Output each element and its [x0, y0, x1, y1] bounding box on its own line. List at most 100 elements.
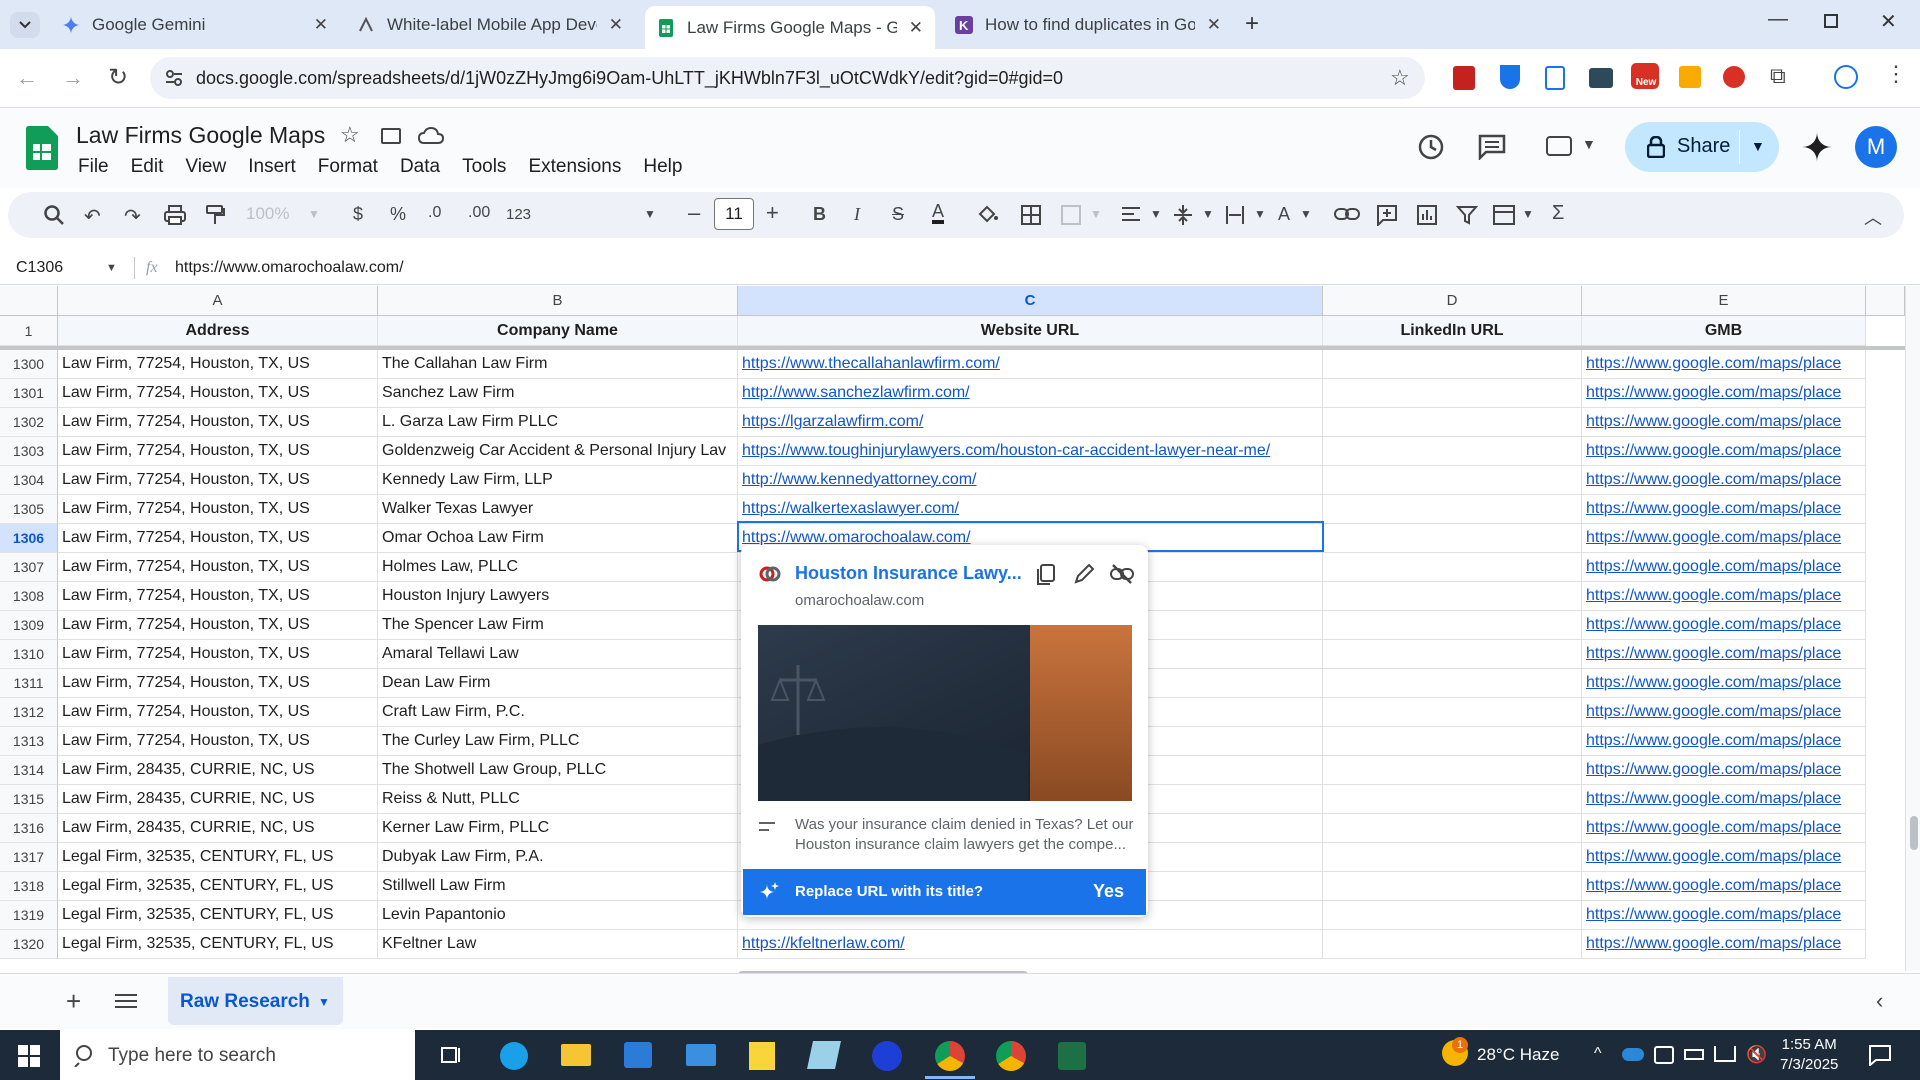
copy-link-icon[interactable]: [1035, 563, 1057, 587]
chevron-down-icon[interactable]: ▼: [1582, 136, 1596, 152]
cell-company[interactable]: Stillwell Law Firm: [378, 872, 738, 901]
row-header[interactable]: 1314: [0, 756, 58, 785]
row-header[interactable]: 1312: [0, 698, 58, 727]
column-header-f[interactable]: [1866, 286, 1905, 316]
volume-muted-icon[interactable]: 🔇: [1746, 1045, 1767, 1065]
cell-linkedin[interactable]: [1323, 814, 1582, 843]
filter-icon[interactable]: [1456, 204, 1478, 226]
cell-linkedin[interactable]: [1323, 379, 1582, 408]
cell-address[interactable]: Law Firm, 77254, Houston, TX, US: [58, 495, 378, 524]
weather-icon[interactable]: 1: [1442, 1037, 1468, 1066]
windows-start-icon[interactable]: [18, 1045, 40, 1067]
cell-gmb[interactable]: https://www.google.com/maps/place: [1582, 553, 1866, 582]
menu-data[interactable]: Data: [400, 156, 440, 178]
menu-insert[interactable]: Insert: [248, 156, 296, 178]
row-header[interactable]: 1301: [0, 379, 58, 408]
insert-link-icon[interactable]: [1334, 206, 1360, 222]
fill-color-icon[interactable]: [976, 203, 1000, 227]
cell-gmb[interactable]: https://www.google.com/maps/place: [1582, 901, 1866, 930]
increase-font-size-button[interactable]: +: [766, 200, 779, 226]
remove-link-icon[interactable]: [1110, 563, 1134, 585]
name-box[interactable]: C1306: [16, 259, 63, 277]
cell-address[interactable]: Legal Firm, 32535, CENTURY, FL, US: [58, 872, 378, 901]
cell-company[interactable]: Houston Injury Lawyers: [378, 582, 738, 611]
select-all-corner[interactable]: [0, 286, 58, 316]
task-view-icon[interactable]: [440, 1044, 462, 1066]
vertical-align-icon[interactable]: [1172, 203, 1194, 227]
italic-button[interactable]: I: [854, 204, 860, 225]
cell-linkedin[interactable]: [1323, 756, 1582, 785]
menu-view[interactable]: View: [185, 156, 226, 178]
header-cell-company[interactable]: Company Name: [378, 316, 738, 346]
header-cell-website[interactable]: Website URL: [738, 316, 1323, 346]
battery-icon[interactable]: [1684, 1049, 1704, 1060]
cell-linkedin[interactable]: [1323, 495, 1582, 524]
strikethrough-button[interactable]: S: [892, 204, 904, 225]
cell-linkedin[interactable]: [1323, 524, 1582, 553]
cell-linkedin[interactable]: [1323, 930, 1582, 959]
print-icon[interactable]: [164, 204, 186, 226]
preview-title-link[interactable]: Houston Insurance Lawy...: [795, 563, 1022, 584]
store-icon[interactable]: [624, 1042, 652, 1068]
cell-gmb[interactable]: https://www.google.com/maps/place: [1582, 582, 1866, 611]
mail-icon[interactable]: [686, 1044, 716, 1066]
profile-icon[interactable]: [1834, 65, 1858, 89]
row-header[interactable]: 1311: [0, 669, 58, 698]
site-info-icon[interactable]: [164, 69, 184, 87]
cell-address[interactable]: Law Firm, 77254, Houston, TX, US: [58, 437, 378, 466]
browser-menu-icon[interactable]: ⋮: [1885, 61, 1907, 87]
replace-url-suggestion-bar[interactable]: Replace URL with its title? Yes: [743, 869, 1146, 915]
cell-gmb[interactable]: https://www.google.com/maps/place: [1582, 785, 1866, 814]
header-cell-address[interactable]: Address: [58, 316, 378, 346]
header-cell-gmb[interactable]: GMB: [1582, 316, 1866, 346]
cell-address[interactable]: Law Firm, 28435, CURRIE, NC, US: [58, 814, 378, 843]
zoom-select[interactable]: 100%: [246, 204, 289, 224]
cell-gmb[interactable]: https://www.google.com/maps/place: [1582, 843, 1866, 872]
cell-linkedin[interactable]: [1323, 872, 1582, 901]
cell-address[interactable]: Law Firm, 77254, Houston, TX, US: [58, 582, 378, 611]
cell-address[interactable]: Law Firm, 77254, Houston, TX, US: [58, 408, 378, 437]
new-extension-icon[interactable]: New: [1631, 63, 1659, 89]
functions-sigma-icon[interactable]: Σ: [1552, 202, 1564, 225]
close-icon[interactable]: ✕: [609, 15, 623, 35]
formula-input[interactable]: https://www.omarochoalaw.com/: [175, 259, 404, 277]
tray-chevron-up-icon[interactable]: ^: [1594, 1045, 1602, 1063]
gemini-sparkle-icon[interactable]: [1802, 132, 1832, 162]
cell-address[interactable]: Law Firm, 28435, CURRIE, NC, US: [58, 756, 378, 785]
cell-company[interactable]: Dubyak Law Firm, P.A.: [378, 843, 738, 872]
cell-gmb[interactable]: https://www.google.com/maps/place: [1582, 495, 1866, 524]
row-header[interactable]: 1309: [0, 611, 58, 640]
cell-company[interactable]: L. Garza Law Firm PLLC: [378, 408, 738, 437]
cell-address[interactable]: Law Firm, 77254, Houston, TX, US: [58, 640, 378, 669]
cell-address[interactable]: Law Firm, 28435, CURRIE, NC, US: [58, 785, 378, 814]
weather-text[interactable]: 28°C Haze: [1477, 1045, 1559, 1065]
maximize-button[interactable]: [1824, 14, 1838, 28]
edit-link-pencil-icon[interactable]: [1073, 563, 1095, 585]
close-icon[interactable]: ✕: [314, 15, 328, 35]
menu-format[interactable]: Format: [318, 156, 378, 178]
cell-website[interactable]: https://lgarzalawfirm.com/: [738, 408, 1323, 437]
cell-address[interactable]: Law Firm, 77254, Houston, TX, US: [58, 379, 378, 408]
cell-gmb[interactable]: https://www.google.com/maps/place: [1582, 669, 1866, 698]
cell-company[interactable]: Levin Papantonio: [378, 901, 738, 930]
chevron-down-icon[interactable]: ▼: [106, 262, 117, 274]
bold-button[interactable]: B: [813, 204, 826, 225]
font-size-input[interactable]: 11: [714, 198, 754, 230]
meet-video-icon[interactable]: [1546, 136, 1572, 156]
cell-linkedin[interactable]: [1323, 553, 1582, 582]
cell-gmb[interactable]: https://www.google.com/maps/place: [1582, 408, 1866, 437]
cell-linkedin[interactable]: [1323, 785, 1582, 814]
collapse-chevron-up-icon[interactable]: ︿: [1864, 204, 1882, 230]
avatar[interactable]: M: [1855, 126, 1897, 168]
undo-icon[interactable]: ↶: [84, 204, 101, 229]
wallet-extension-icon[interactable]: [1589, 68, 1613, 88]
menu-tools[interactable]: Tools: [462, 156, 506, 178]
percent-format-button[interactable]: %: [390, 204, 406, 225]
cell-gmb[interactable]: https://www.google.com/maps/place: [1582, 611, 1866, 640]
docs-extension-icon[interactable]: [1545, 66, 1565, 90]
sticky-notes-icon[interactable]: [749, 1042, 775, 1070]
zoom-app-icon[interactable]: [872, 1041, 902, 1071]
filter-views-icon[interactable]: [1492, 204, 1518, 226]
cell-address[interactable]: Legal Firm, 32535, CENTURY, FL, US: [58, 843, 378, 872]
sheet-tab-raw-research[interactable]: Raw Research ▼: [168, 977, 343, 1025]
